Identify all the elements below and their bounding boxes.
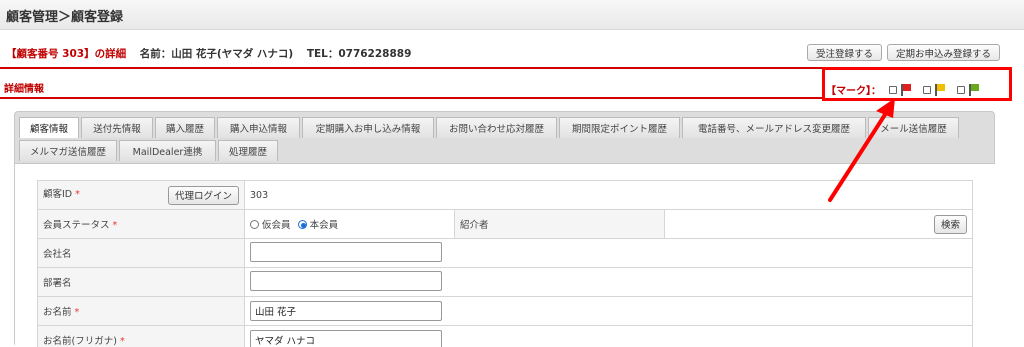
- temp-member-radio[interactable]: [250, 220, 259, 229]
- department-label-cell: 部署名: [37, 267, 245, 297]
- referrer-value-cell: 検索: [663, 209, 974, 239]
- name-value-cell: 山田 花子: [243, 296, 974, 326]
- tab-maildealer[interactable]: MailDealer連携: [119, 140, 216, 161]
- name-label-cell: お名前 *: [37, 296, 245, 326]
- referrer-label-cell: 紹介者: [454, 209, 665, 239]
- tab-customer-info[interactable]: 顧客情報: [19, 117, 79, 138]
- customer-form: 顧客ID * 代理ログイン 303 会員ステータス * 仮会員 本会員 紹介者: [37, 180, 974, 347]
- member-status-value-cell: 仮会員 本会員: [244, 209, 455, 239]
- mark-label: 【マーク】：: [826, 86, 881, 97]
- required-mark: *: [119, 336, 125, 347]
- member-status-label: 会員ステータス: [43, 220, 110, 231]
- company-label: 会社名: [43, 249, 72, 260]
- header-divider-bottom: [0, 97, 822, 99]
- proxy-login-button[interactable]: 代理ログイン: [167, 185, 239, 205]
- red-flag-icon: [901, 83, 911, 96]
- tab-purchase-history[interactable]: 購入履歴: [155, 117, 215, 138]
- customer-id-value: 303: [250, 189, 269, 201]
- tab-inquiry-history[interactable]: お問い合わせ応対履歴: [436, 117, 557, 138]
- name-input[interactable]: 山田 花子: [250, 301, 442, 321]
- green-flag-icon: [969, 83, 979, 96]
- temp-member-label: 仮会員: [262, 220, 291, 231]
- customer-header: 【顧客番号 303】の詳細 名前：山田 花子(ヤマダ ハナコ) TEL：0776…: [6, 46, 411, 61]
- form-row: お名前(フリガナ) * ヤマダ ハナコ: [37, 325, 974, 347]
- required-mark: *: [75, 188, 80, 200]
- tab-contact-change-history[interactable]: 電話番号、メールアドレス変更履歴: [682, 117, 866, 138]
- header-divider-top: [0, 67, 822, 69]
- referrer-label: 紹介者: [460, 220, 489, 231]
- department-value-cell: [243, 267, 974, 297]
- subscription-register-button[interactable]: 定期お申込み登録する: [887, 44, 1000, 61]
- tab-mail-history[interactable]: メール送信履歴: [868, 117, 959, 138]
- section-title: 詳細情報: [4, 84, 44, 95]
- form-row: 部署名: [37, 267, 974, 297]
- tab-shipping-info[interactable]: 送付先情報: [81, 117, 153, 138]
- yellow-flag-icon: [935, 83, 945, 96]
- name-label: お名前: [43, 307, 72, 318]
- company-label-cell: 会社名: [37, 238, 245, 268]
- form-row: 顧客ID * 代理ログイン 303: [37, 180, 974, 210]
- top-bar: 顧客管理＞顧客登録: [0, 0, 1024, 30]
- customer-name: 名前：山田 花子(ヤマダ ハナコ): [139, 48, 294, 60]
- customer-id-value-cell: 303: [243, 180, 974, 210]
- tab-subscription-application[interactable]: 定期購入お申し込み情報: [302, 117, 434, 138]
- name-kana-label: お名前(フリガナ): [43, 336, 117, 347]
- order-register-button[interactable]: 受注登録する: [807, 44, 882, 61]
- required-mark: *: [74, 307, 80, 318]
- customer-tel: TEL：0776228889: [306, 48, 412, 60]
- tab-process-history[interactable]: 処理履歴: [218, 140, 278, 161]
- required-mark: *: [112, 220, 118, 231]
- full-member-label: 本会員: [309, 220, 339, 231]
- form-row: 会員ステータス * 仮会員 本会員 紹介者 検索: [37, 209, 974, 239]
- page: 顧客管理＞顧客登録 【顧客番号 303】の詳細 名前：山田 花子(ヤマダ ハナコ…: [0, 0, 1024, 347]
- page-title: 顧客管理＞顧客登録: [6, 10, 124, 25]
- mark-selector: 【マーク】：: [826, 82, 987, 97]
- tab-limited-points[interactable]: 期間限定ポイント履歴: [559, 117, 680, 138]
- company-value-cell: [243, 238, 974, 268]
- mark-red-checkbox[interactable]: [889, 85, 897, 94]
- mark-yellow-checkbox[interactable]: [923, 85, 931, 94]
- customer-id-label-cell: 顧客ID * 代理ログイン: [37, 180, 245, 210]
- company-input[interactable]: [250, 241, 442, 262]
- customer-number: 【顧客番号 303】の詳細: [6, 48, 127, 60]
- full-member-radio[interactable]: [297, 220, 307, 229]
- department-label: 部署名: [43, 278, 72, 289]
- tab-purchase-application[interactable]: 購入申込情報: [217, 117, 300, 138]
- form-row: 会社名: [37, 238, 974, 268]
- member-status-label-cell: 会員ステータス *: [37, 209, 245, 239]
- department-input[interactable]: [250, 270, 442, 291]
- mark-green-checkbox[interactable]: [957, 85, 965, 94]
- tab-newsletter-history[interactable]: メルマガ送信履歴: [19, 140, 117, 161]
- name-kana-input[interactable]: ヤマダ ハナコ: [250, 330, 442, 347]
- customer-id-label: 顧客ID: [43, 188, 73, 200]
- name-kana-label-cell: お名前(フリガナ) *: [37, 325, 245, 347]
- referrer-search-button[interactable]: 検索: [934, 214, 968, 234]
- form-row: お名前 * 山田 花子: [37, 296, 974, 326]
- name-kana-value-cell: ヤマダ ハナコ: [243, 325, 974, 347]
